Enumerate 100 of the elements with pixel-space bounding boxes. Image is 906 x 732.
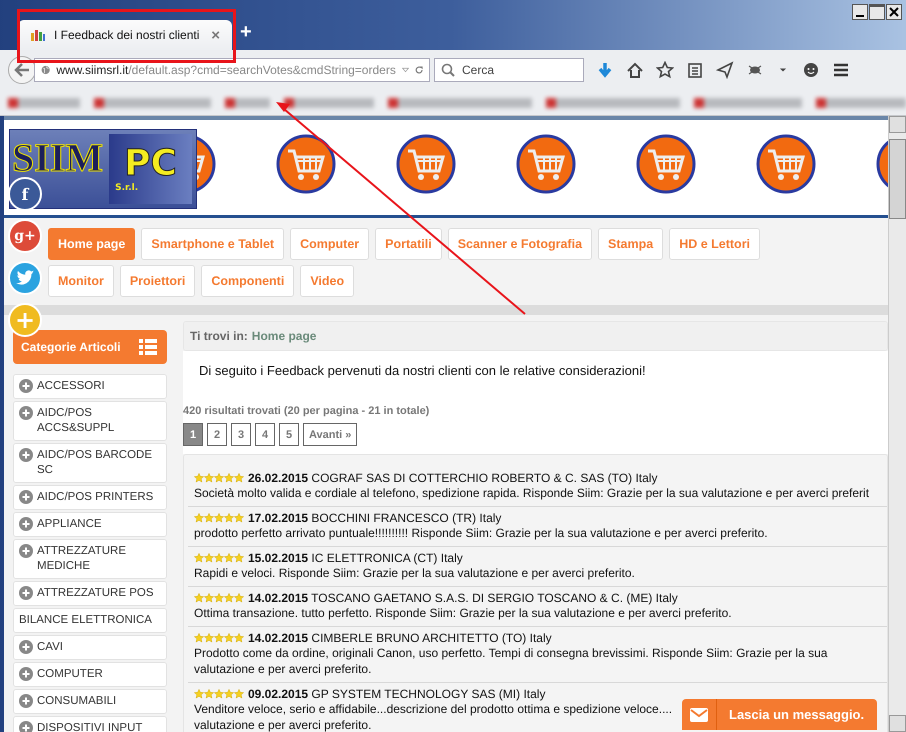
category-item[interactable]: ATTREZZATURE POS bbox=[13, 581, 167, 606]
blurred-bookmark[interactable] bbox=[284, 98, 374, 108]
page-button[interactable]: Avanti » bbox=[303, 423, 358, 446]
back-arrow-icon bbox=[14, 63, 30, 77]
home-icon[interactable] bbox=[626, 61, 644, 79]
page-button[interactable]: 1 bbox=[183, 423, 203, 446]
star-icon bbox=[234, 513, 244, 523]
download-icon[interactable] bbox=[596, 61, 614, 79]
menu-button[interactable]: Smartphone e Tablet bbox=[141, 228, 284, 260]
review-text: prodotto perfetto arrivato puntuale!!!!!!!!!! Risponde Siim: Grazie per la sua valutazione e per averci preferito. bbox=[194, 525, 768, 541]
review-title: 17.02.2015 BOCCHINI FRANCESCO (TR) Italy bbox=[248, 511, 502, 525]
category-item[interactable]: COMPUTER bbox=[13, 662, 167, 687]
menu-button[interactable]: Computer bbox=[290, 228, 370, 260]
star-icon[interactable] bbox=[656, 61, 674, 79]
category-item[interactable]: ATTREZZATURE MEDICHE bbox=[13, 539, 167, 579]
star-icon bbox=[214, 553, 224, 563]
menu-button[interactable]: Stampa bbox=[598, 228, 664, 260]
close-icon[interactable] bbox=[886, 4, 902, 20]
logo-text: PC bbox=[124, 145, 177, 183]
clipboard-icon[interactable] bbox=[686, 61, 704, 79]
category-label: AIDC/POS PRINTERS bbox=[37, 490, 154, 505]
category-item[interactable]: APPLIANCE bbox=[13, 512, 167, 537]
page-button[interactable]: 2 bbox=[207, 423, 227, 446]
blurred-bookmark[interactable] bbox=[694, 98, 802, 108]
star-icon bbox=[194, 513, 204, 523]
star-icon bbox=[234, 593, 244, 603]
blurred-bookmark[interactable] bbox=[8, 98, 80, 108]
list-icon[interactable] bbox=[139, 339, 157, 355]
blurred-bookmark[interactable] bbox=[546, 98, 680, 108]
scrollbar[interactable] bbox=[888, 116, 906, 732]
blurred-bookmark[interactable] bbox=[388, 98, 532, 108]
category-item[interactable]: AIDC/POS BARCODE SC bbox=[13, 443, 167, 483]
page-button[interactable]: 5 bbox=[279, 423, 299, 446]
menu-button[interactable]: Video bbox=[300, 265, 354, 297]
maximize-icon[interactable] bbox=[869, 4, 885, 20]
address-bar[interactable]: www.siimsrl.it/default.asp?cmd=searchVotes&cmdString=orders bbox=[34, 58, 430, 82]
menu-icon[interactable] bbox=[832, 61, 850, 79]
category-label: COMPUTER bbox=[37, 667, 103, 682]
category-item[interactable]: DISPOSITIVI INPUT bbox=[13, 716, 167, 732]
message-button[interactable]: Lascia un messaggio. bbox=[682, 699, 877, 730]
menu-button[interactable]: Monitor bbox=[48, 265, 114, 297]
review-title: 15.02.2015 IC ELETTRONICA (CT) Italy bbox=[248, 551, 463, 565]
category-item[interactable]: CONSUMABILI bbox=[13, 689, 167, 714]
star-icon bbox=[204, 633, 214, 643]
menu-button[interactable]: Scanner e Fotografia bbox=[448, 228, 592, 260]
star-icon bbox=[224, 473, 234, 483]
category-item[interactable]: BILANCE ELETTRONICA bbox=[13, 608, 167, 633]
page-button[interactable]: 3 bbox=[231, 423, 251, 446]
scroll-down-icon[interactable] bbox=[889, 715, 906, 732]
category-item[interactable]: AIDC/POS ACCS&SUPPL bbox=[13, 401, 167, 441]
category-label: ATTREZZATURE MEDICHE bbox=[37, 544, 128, 574]
category-item[interactable]: AIDC/POS PRINTERS bbox=[13, 485, 167, 510]
search-input[interactable]: Cerca bbox=[460, 62, 574, 78]
blurred-bookmark[interactable] bbox=[224, 98, 270, 108]
menu-button[interactable]: HD e Lettori bbox=[669, 228, 760, 260]
star-icon bbox=[234, 553, 244, 563]
breadcrumb-link[interactable]: Home page bbox=[252, 329, 316, 343]
logo-text: S.r.l. bbox=[115, 183, 138, 193]
review-text: Ottima transazione. tutto perfetto. Risponde Siim: Grazie per la sua valutazione e per averci preferito. bbox=[194, 605, 732, 621]
blurred-bookmark[interactable] bbox=[816, 98, 906, 108]
review-text: Prodotto come da ordine, originali Canon, uso perfetto. Tempi di consegna brevissimi. Risponde Siim: Grazie per la sua valutazione e per averci preferito. bbox=[194, 645, 828, 677]
category-label: AIDC/POS ACCS&SUPPL bbox=[37, 406, 116, 436]
bird-icon bbox=[15, 270, 35, 286]
cart-icon bbox=[516, 134, 576, 194]
category-label: CONSUMABILI bbox=[37, 694, 116, 709]
category-label: CAVI bbox=[37, 640, 63, 655]
star-icon bbox=[214, 593, 224, 603]
scroll-up-icon[interactable] bbox=[889, 116, 906, 133]
paper-plane-icon[interactable] bbox=[716, 61, 734, 79]
tab-close-button[interactable]: × bbox=[211, 26, 220, 44]
minimize-icon[interactable] bbox=[852, 4, 868, 20]
browser-tab[interactable]: I Feedback dei nostri clienti × bbox=[18, 20, 232, 50]
breadcrumb-label: Ti trovi in: bbox=[190, 329, 248, 343]
star-icon bbox=[204, 553, 214, 563]
google-plus-button[interactable]: g+ bbox=[8, 219, 42, 253]
category-item[interactable]: CAVI bbox=[13, 635, 167, 660]
new-tab-button[interactable]: + bbox=[240, 21, 252, 44]
results-count: 420 risultati trovati (20 per pagina - 21 in totale) bbox=[183, 391, 888, 423]
category-label: ACCESSORI bbox=[37, 379, 105, 394]
menu-button[interactable]: Proiettori bbox=[120, 265, 196, 297]
menu-button[interactable]: Portatili bbox=[375, 228, 442, 260]
star-icon bbox=[194, 553, 204, 563]
dropdown-icon[interactable] bbox=[402, 65, 409, 75]
twitter-button[interactable] bbox=[8, 261, 42, 295]
star-icon bbox=[224, 513, 234, 523]
scroll-thumb[interactable] bbox=[889, 139, 906, 219]
category-label: DISPOSITIVI INPUT bbox=[37, 721, 142, 732]
star-icon bbox=[194, 473, 204, 483]
category-item[interactable]: ACCESSORI bbox=[13, 374, 167, 399]
menu-button[interactable]: Componenti bbox=[201, 265, 294, 297]
url-text: www.siimsrl.it/default.asp?cmd=searchVotes&cmdString=orders bbox=[56, 63, 396, 77]
blurred-bookmark[interactable] bbox=[94, 98, 211, 108]
tab-title: I Feedback dei nostri clienti bbox=[54, 28, 200, 42]
star-icon bbox=[194, 689, 204, 699]
chat-bubble-icon[interactable] bbox=[802, 61, 820, 79]
star-icon bbox=[194, 593, 204, 603]
review-title: 09.02.2015 GP SYSTEM TECHNOLOGY SAS (MI) Italy bbox=[248, 687, 546, 701]
menu-button[interactable]: Home page bbox=[48, 228, 136, 260]
page-button[interactable]: 4 bbox=[255, 423, 275, 446]
search-field[interactable]: Cerca bbox=[434, 58, 584, 82]
